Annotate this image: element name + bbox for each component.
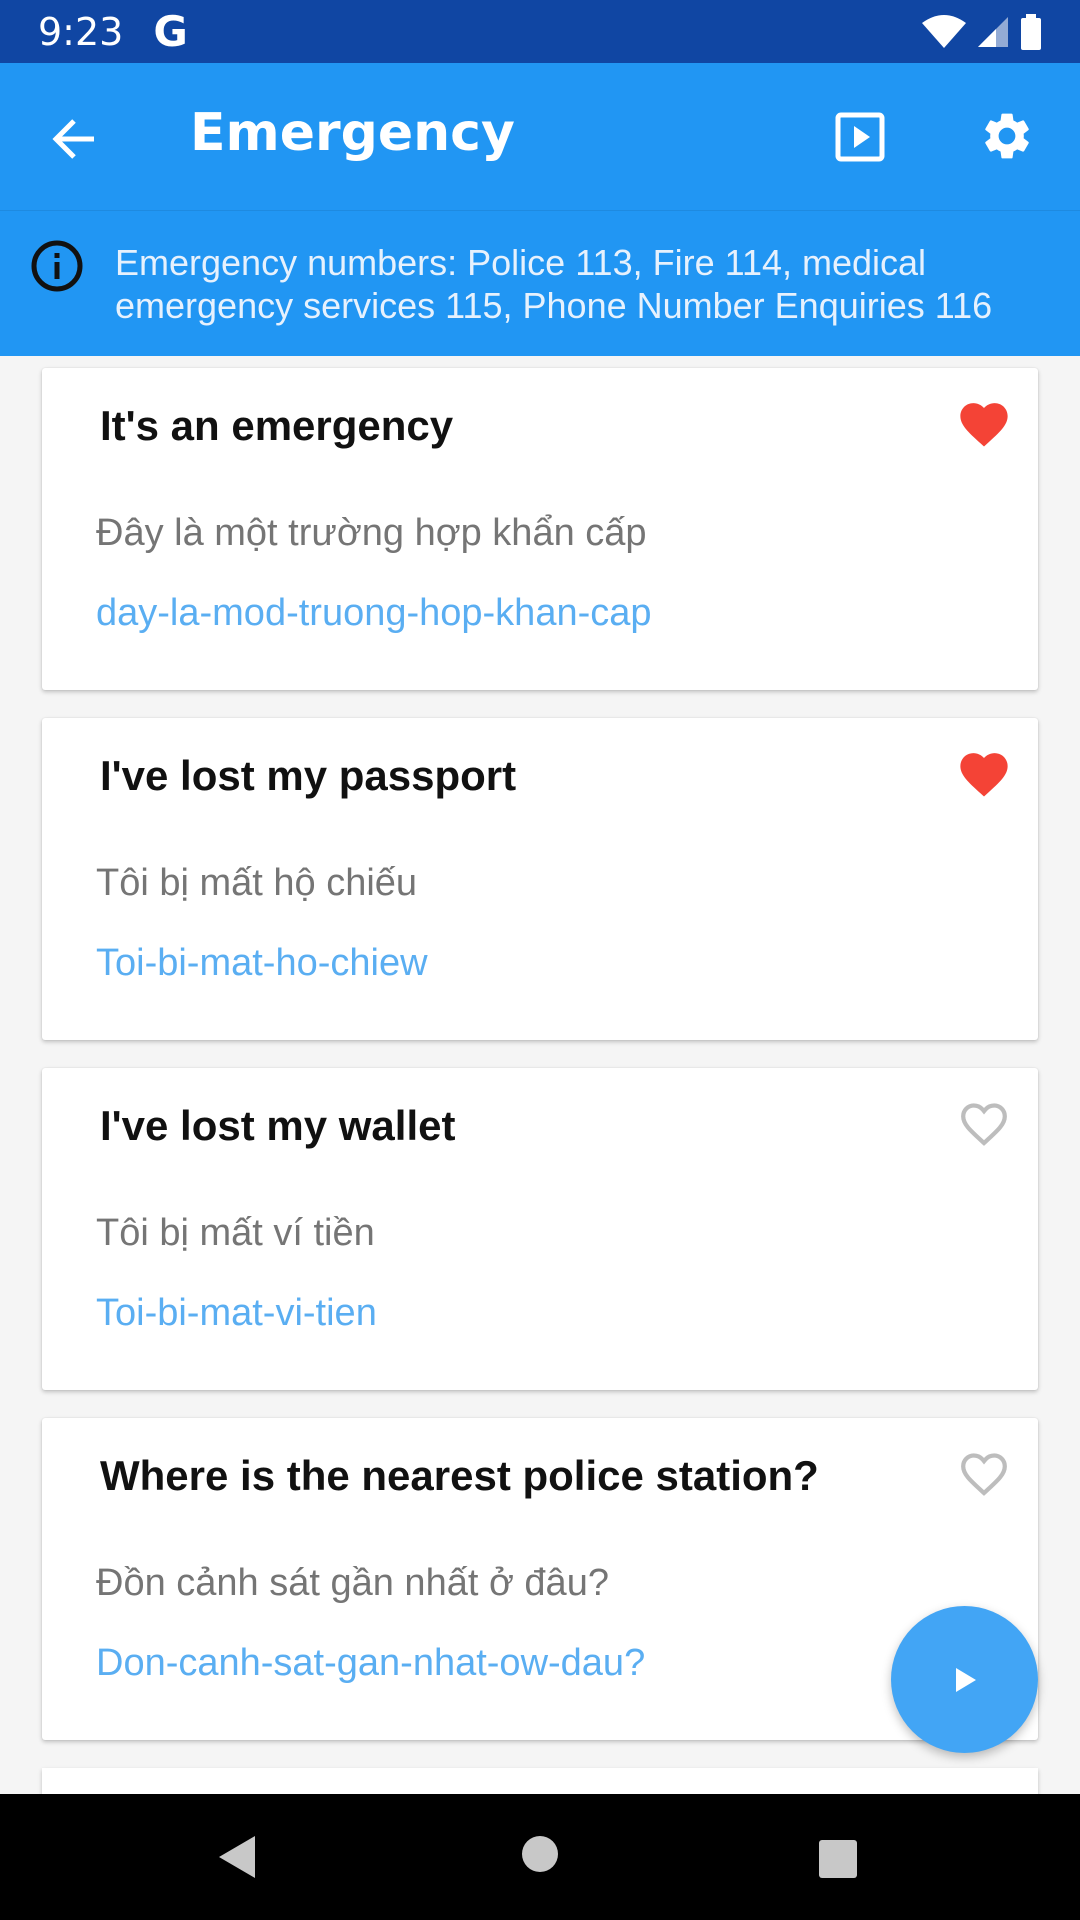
phrase-card[interactable]: Where is the nearest police station? Đồn… — [42, 1418, 1038, 1740]
nav-recents-icon[interactable] — [817, 1838, 859, 1880]
info-icon — [31, 240, 83, 292]
status-time: 9:23 — [38, 9, 124, 54]
wifi-icon — [922, 14, 966, 48]
favorite-button[interactable] — [954, 1094, 1014, 1150]
phrase-phonetic: Don-canh-sat-gan-nhat-ow-dau? — [96, 1642, 646, 1684]
phrase-card[interactable]: I've lost my wallet Tôi bị mất ví tiền T… — [42, 1068, 1038, 1390]
favorite-button[interactable] — [954, 1444, 1014, 1500]
gear-icon — [985, 113, 1029, 159]
phrase-phonetic: Toi-bi-mat-vi-tien — [96, 1292, 377, 1334]
cell-signal-icon — [978, 16, 1008, 47]
phrase-english: It's an emergency — [100, 402, 454, 449]
status-bar: 9:23 G — [0, 0, 1080, 63]
favorite-button[interactable] — [954, 394, 1014, 450]
phrase-vietnamese: Đồn cảnh sát gần nhất ở đâu? — [96, 1562, 609, 1604]
phrase-card[interactable]: I've lost my passport Tôi bị mất hộ chiế… — [42, 718, 1038, 1040]
phrase-english: I've lost my passport — [100, 752, 517, 799]
phrase-vietnamese: Tôi bị mất hộ chiếu — [96, 862, 418, 904]
favorite-button[interactable] — [954, 744, 1014, 800]
phrase-list[interactable]: It's an emergency Đây là một trường hợp … — [0, 356, 1080, 1794]
status-icons — [922, 13, 1042, 50]
phrase-phonetic: day-la-mod-truong-hop-khan-cap — [96, 592, 652, 634]
google-icon: G — [153, 7, 188, 56]
nav-home-icon[interactable] — [520, 1834, 560, 1874]
phrase-vietnamese: Đây là một trường hợp khẩn cấp — [96, 512, 647, 554]
back-button[interactable] — [46, 111, 102, 167]
emergency-info-banner: Emergency numbers: Police 113, Fire 114,… — [0, 210, 1080, 356]
phrase-card[interactable]: It's an emergency Đây là một trường hợp … — [42, 368, 1038, 690]
heart-filled-icon — [960, 753, 1008, 797]
play-all-button[interactable] — [830, 107, 890, 167]
page-title: Emergency — [190, 103, 515, 163]
play-box-icon — [835, 112, 885, 162]
battery-icon — [1021, 13, 1041, 50]
play-icon — [955, 1667, 976, 1692]
phrase-card-partial[interactable] — [42, 1768, 1038, 1794]
system-nav-bar — [0, 1794, 1080, 1920]
arrow-back-icon — [52, 119, 94, 159]
emergency-numbers-text: Emergency numbers: Police 113, Fire 114,… — [115, 242, 993, 326]
phrase-english: I've lost my wallet — [100, 1102, 456, 1149]
nav-back-icon[interactable] — [215, 1834, 259, 1880]
heart-outline-icon — [961, 1103, 1007, 1146]
play-fab-button[interactable] — [891, 1606, 1038, 1753]
heart-outline-icon — [961, 1453, 1007, 1496]
phrase-vietnamese: Tôi bị mất ví tiền — [96, 1212, 375, 1254]
app-bar: Emergency — [0, 63, 1080, 210]
phrase-english: Where is the nearest police station? — [100, 1452, 819, 1499]
settings-button[interactable] — [976, 105, 1038, 167]
phrase-phonetic: Toi-bi-mat-ho-chiew — [96, 942, 428, 984]
heart-filled-icon — [960, 403, 1008, 447]
